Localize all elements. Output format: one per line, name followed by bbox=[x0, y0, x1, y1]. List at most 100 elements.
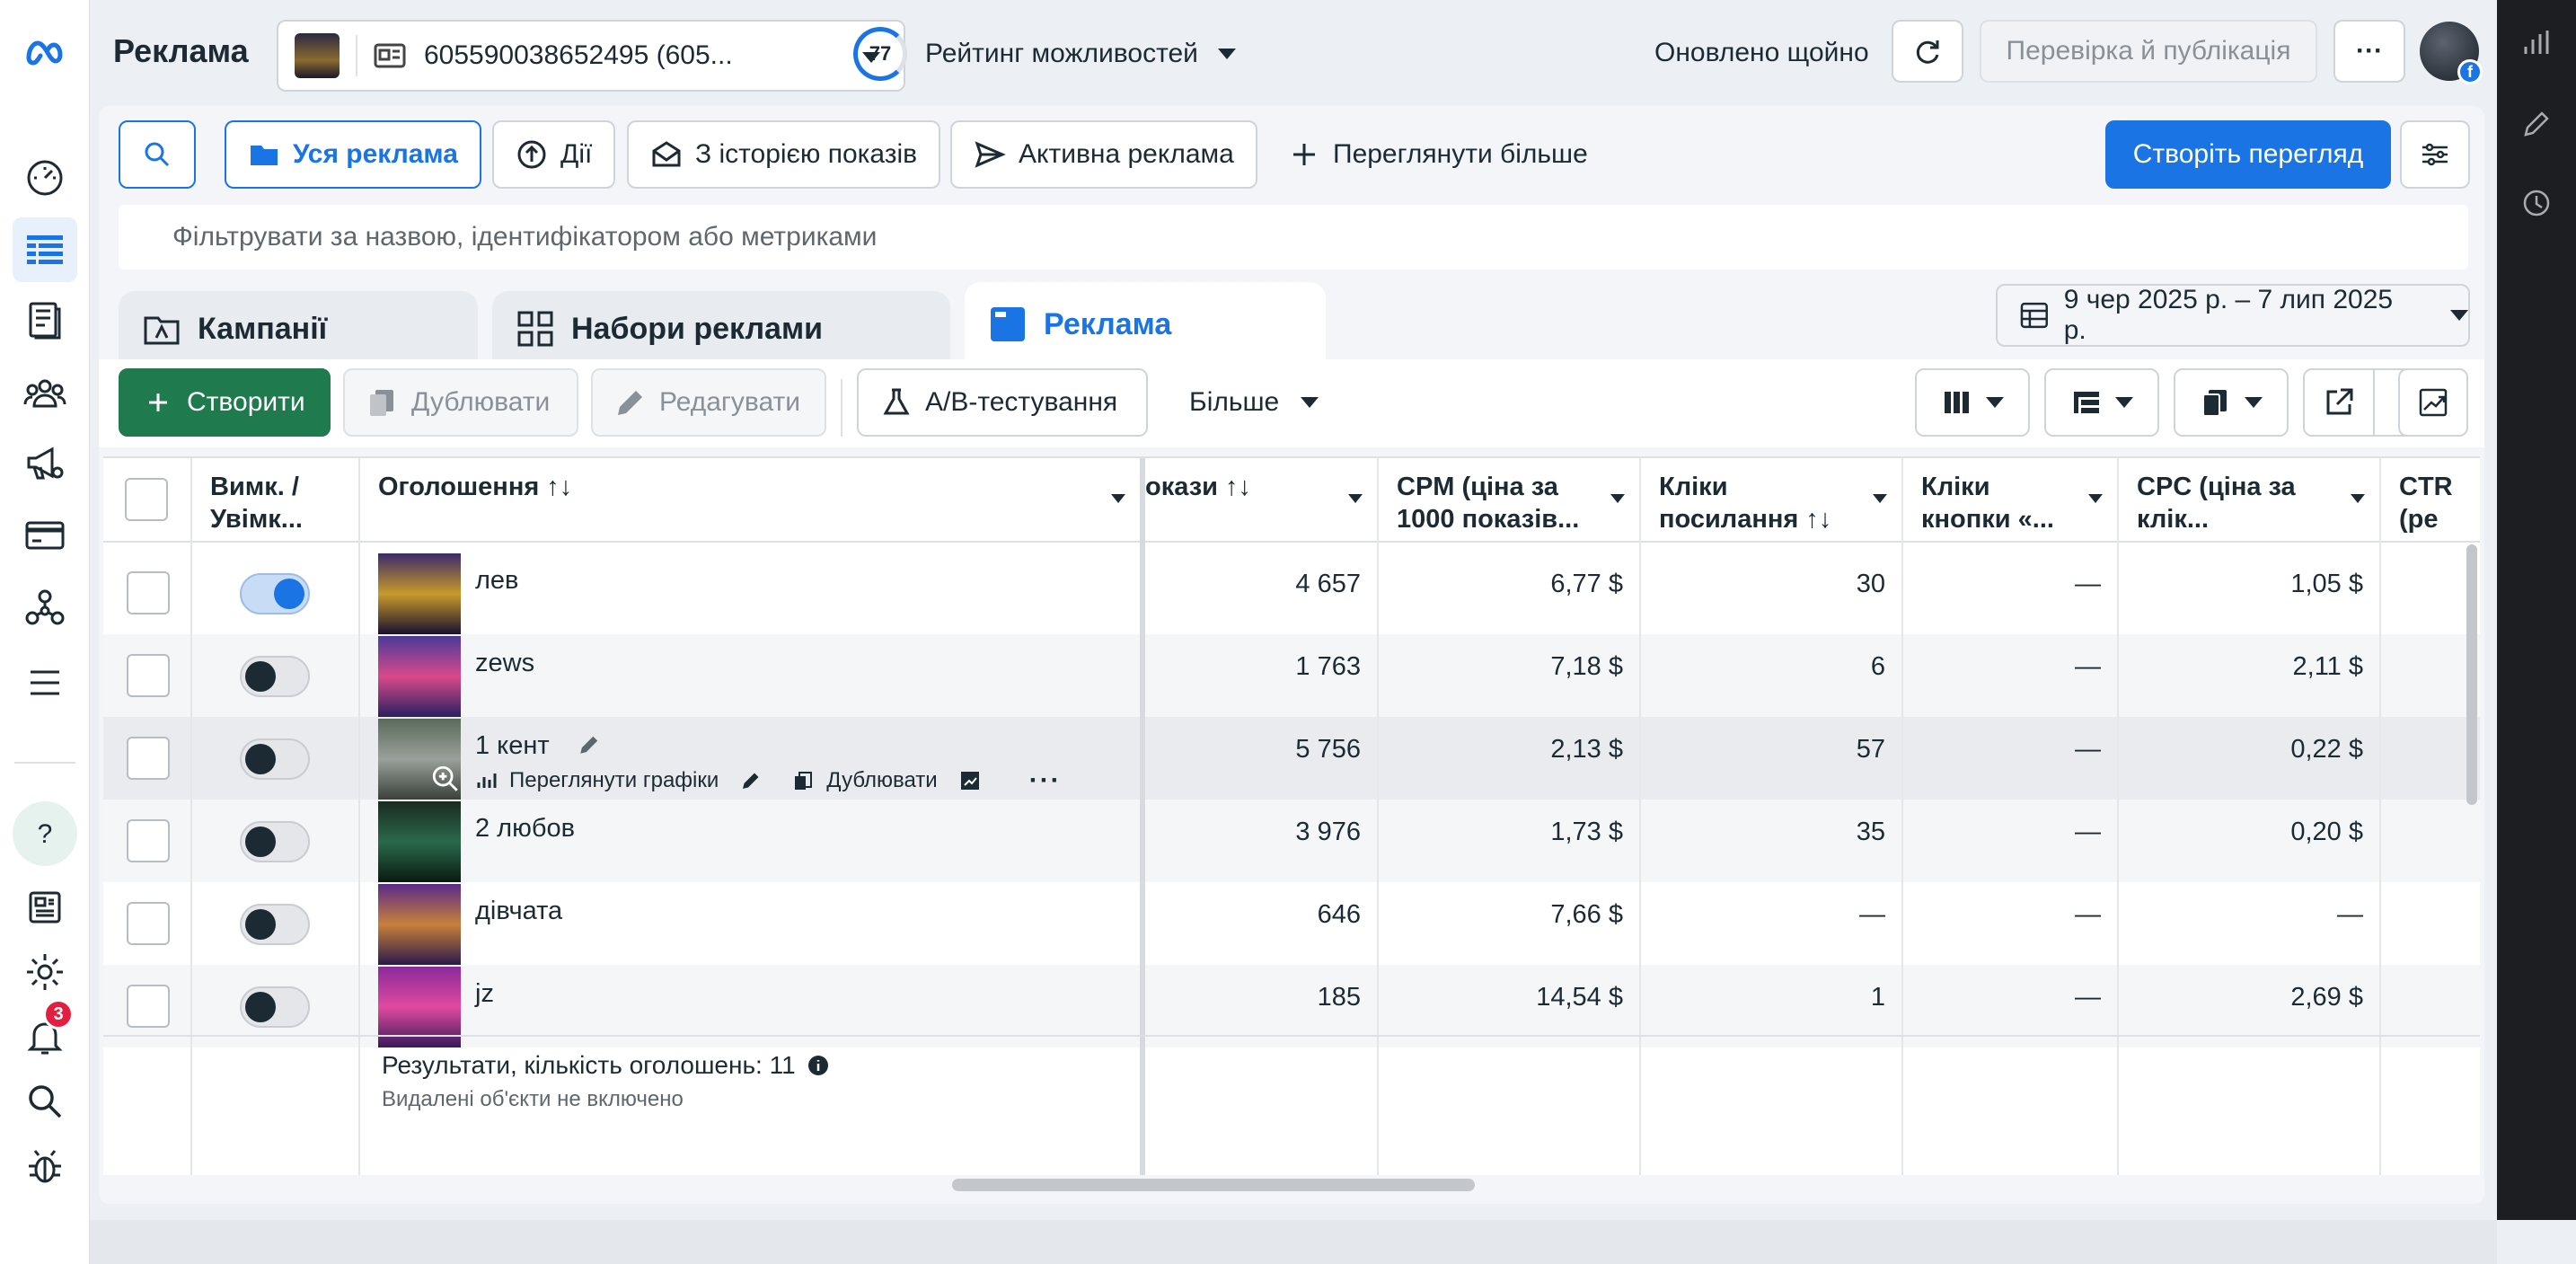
vertical-scrollbar[interactable] bbox=[2466, 544, 2477, 805]
tab-ads[interactable]: Реклама bbox=[965, 282, 1326, 367]
tab-campaigns[interactable]: Кампанії bbox=[119, 291, 478, 367]
column-header-toggle[interactable]: Вимк. / Увімк... bbox=[192, 458, 358, 543]
notifications-bell-icon[interactable]: 3 bbox=[13, 999, 77, 1069]
billing-card-icon[interactable] bbox=[13, 503, 77, 568]
column-header-cpm[interactable]: CPM (ціна за 1000 показів... bbox=[1379, 458, 1639, 543]
ad-status-toggle[interactable] bbox=[240, 821, 310, 862]
menu-icon[interactable] bbox=[13, 650, 77, 715]
search-icon[interactable] bbox=[13, 1069, 77, 1134]
column-header-impressions[interactable]: окази ↑↓ bbox=[1145, 458, 1377, 543]
actions-view-button[interactable]: Дії bbox=[492, 120, 616, 189]
row-select-checkbox[interactable] bbox=[127, 737, 170, 780]
bug-report-icon[interactable] bbox=[13, 1134, 77, 1198]
row-select-checkbox[interactable] bbox=[127, 902, 170, 945]
ad-status-toggle[interactable] bbox=[240, 738, 310, 780]
ad-status-toggle[interactable] bbox=[240, 904, 310, 945]
row-select-checkbox[interactable] bbox=[127, 654, 170, 697]
horizontal-scrollbar[interactable] bbox=[952, 1179, 1475, 1191]
cpc-cell: — bbox=[2337, 900, 2363, 929]
chevron-down-icon[interactable] bbox=[2088, 494, 2103, 503]
row-select-checkbox[interactable] bbox=[127, 571, 170, 614]
ad-thumbnail[interactable] bbox=[378, 636, 461, 717]
opportunity-score[interactable]: 77 Рейтинг можливостей bbox=[853, 27, 1236, 81]
chevron-down-icon[interactable] bbox=[1111, 494, 1125, 503]
row-select-checkbox[interactable] bbox=[127, 819, 170, 862]
ad-thumbnail[interactable] bbox=[378, 801, 461, 882]
more-dropdown[interactable]: Більше bbox=[1168, 368, 1340, 437]
cpm-cell: 1,73 $ bbox=[1550, 818, 1623, 846]
meta-logo-icon[interactable] bbox=[13, 20, 77, 84]
rename-pencil-icon[interactable] bbox=[578, 733, 601, 756]
ad-status-toggle[interactable] bbox=[240, 573, 310, 614]
ad-thumbnail[interactable] bbox=[378, 884, 461, 965]
create-view-button[interactable]: Створіть перегляд bbox=[2105, 120, 2391, 189]
chevron-down-icon[interactable] bbox=[1873, 494, 1887, 503]
column-header-ctr[interactable]: CTR (ре кліків) bbox=[2381, 458, 2480, 543]
view-more-button[interactable]: Переглянути більше bbox=[1266, 120, 1610, 189]
audiences-icon[interactable] bbox=[13, 361, 77, 426]
column-header-button-clicks[interactable]: Кліки кнопки «... bbox=[1903, 458, 2117, 543]
user-avatar[interactable]: f bbox=[2420, 22, 2483, 84]
export-button[interactable] bbox=[2303, 368, 2375, 437]
ad-name[interactable]: 1 кент bbox=[475, 731, 550, 761]
ads-manager-table-icon[interactable] bbox=[13, 217, 77, 282]
search-button[interactable] bbox=[119, 120, 196, 189]
campaign-megaphone-icon[interactable] bbox=[13, 431, 77, 496]
history-clock-icon[interactable] bbox=[2513, 180, 2560, 226]
duplicate-button[interactable]: Дублювати bbox=[343, 368, 578, 437]
chevron-down-icon[interactable] bbox=[1348, 494, 1363, 503]
chevron-down-icon[interactable] bbox=[2351, 494, 2365, 503]
ad-name[interactable]: jz bbox=[475, 979, 494, 1009]
refresh-button[interactable] bbox=[1892, 20, 1963, 83]
tab-adsets[interactable]: Набори реклами bbox=[492, 291, 950, 367]
ad-account-selector[interactable]: 605590038652495 (605... bbox=[277, 20, 905, 92]
all-ads-view-button[interactable]: Уся реклама bbox=[225, 120, 481, 189]
ad-name[interactable]: лев bbox=[475, 566, 518, 596]
chevron-down-icon[interactable] bbox=[1610, 494, 1625, 503]
ad-status-toggle[interactable] bbox=[240, 656, 310, 697]
ad-name[interactable]: 2 любов bbox=[475, 814, 575, 844]
active-ads-view-button[interactable]: Активна реклама bbox=[950, 120, 1257, 189]
business-assets-icon[interactable] bbox=[13, 575, 77, 640]
more-actions-icon[interactable]: ··· bbox=[1029, 765, 1062, 796]
create-button[interactable]: Створити bbox=[119, 368, 331, 437]
ab-test-button[interactable]: A/B-тестування bbox=[857, 368, 1148, 437]
bar-chart-icon[interactable] bbox=[2513, 20, 2560, 66]
edit-button[interactable]: Редагувати bbox=[591, 368, 826, 437]
ad-thumbnail[interactable] bbox=[378, 553, 461, 634]
breakdown-button[interactable] bbox=[2044, 368, 2159, 437]
button-clicks-cell: — bbox=[2075, 652, 2101, 681]
toggle-knob bbox=[245, 661, 276, 692]
news-icon[interactable] bbox=[13, 875, 77, 940]
more-options-button[interactable]: ··· bbox=[2333, 20, 2405, 83]
settings-gear-icon[interactable] bbox=[13, 940, 77, 1004]
view-settings-button[interactable] bbox=[2400, 120, 2470, 189]
sliders-icon bbox=[2422, 143, 2448, 166]
edit-pencil-icon[interactable] bbox=[2513, 101, 2560, 147]
review-and-publish-button[interactable]: Перевірка й публікація bbox=[1980, 20, 2317, 83]
trend-chart-icon bbox=[2419, 388, 2448, 417]
zoom-preview-icon[interactable] bbox=[430, 764, 461, 794]
ad-status-toggle[interactable] bbox=[240, 986, 310, 1028]
column-header-cpc[interactable]: CPC (ціна за клік... bbox=[2119, 458, 2379, 543]
help-icon[interactable]: ? bbox=[13, 801, 77, 866]
charts-button[interactable] bbox=[2398, 368, 2468, 437]
trend-chart-icon[interactable] bbox=[959, 770, 981, 791]
column-header-ad-name[interactable]: Оголошення ↑↓ bbox=[360, 458, 1140, 543]
select-all-checkbox[interactable] bbox=[125, 478, 168, 521]
column-header-link-clicks[interactable]: Кліки посилання ↑↓ bbox=[1641, 458, 1901, 543]
date-range-picker[interactable]: 9 чер 2025 р. – 7 лип 2025 р. bbox=[1996, 284, 2470, 347]
edit-pencil-icon[interactable] bbox=[740, 770, 762, 791]
columns-button[interactable] bbox=[1915, 368, 2030, 437]
row-select-checkbox[interactable] bbox=[127, 985, 170, 1028]
info-icon[interactable] bbox=[807, 1055, 829, 1076]
ad-name[interactable]: zews bbox=[475, 649, 534, 678]
with-history-view-button[interactable]: З історією показів bbox=[627, 120, 941, 189]
view-charts-link[interactable]: Переглянути графіки bbox=[509, 768, 719, 793]
dashboard-icon[interactable] bbox=[13, 144, 77, 208]
filter-input[interactable]: Фільтрувати за назвою, ідентифікатором а… bbox=[119, 205, 2468, 270]
duplicate-link[interactable]: Дублювати bbox=[826, 768, 937, 793]
reports-button[interactable] bbox=[2174, 368, 2289, 437]
ad-name[interactable]: дівчата bbox=[475, 897, 562, 926]
pages-icon[interactable] bbox=[13, 287, 77, 352]
